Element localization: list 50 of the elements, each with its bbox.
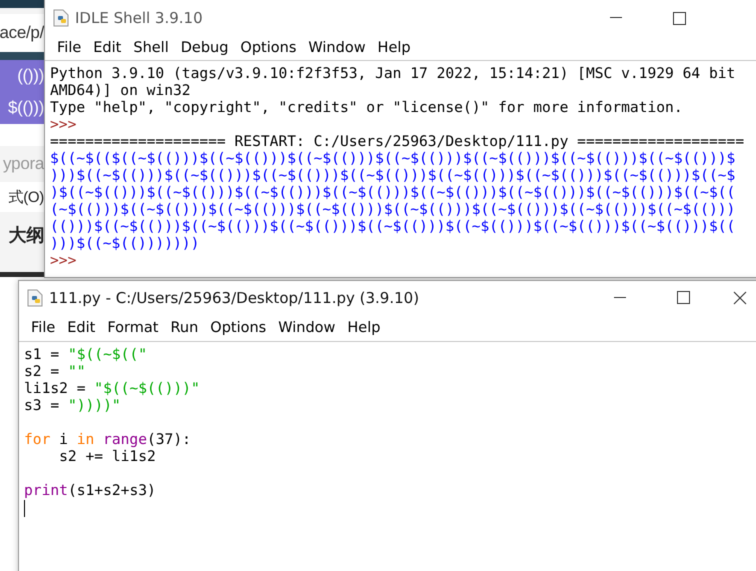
background-window-text: $(()))	[0, 92, 44, 124]
code-line: print(s1+s2+s3)	[24, 482, 157, 499]
code-line: s2 = ""	[24, 363, 87, 380]
menu-item[interactable]: Format	[101, 314, 164, 341]
menu-item[interactable]: Edit	[61, 314, 102, 341]
menu-item[interactable]: Shell	[127, 36, 175, 60]
shell-text: AMD64)] on win32	[50, 82, 191, 99]
window-title: IDLE Shell 3.9.10	[75, 9, 203, 27]
menu-item[interactable]: Window	[272, 314, 342, 341]
toolbar-strip	[0, 52, 44, 60]
code-line: s3 = "))))"	[24, 397, 122, 414]
code-editor[interactable]: s1 = "$((~$((" s2 = "" li1s2 = "$((~$(()))" s3 = "))))" for i in range(37): s2 += li1s2 print(s1+s2+s3)	[19, 341, 756, 571]
menu-item[interactable]: Help	[341, 314, 386, 341]
code-line: for i in range(37):	[24, 431, 192, 448]
text-cursor	[24, 500, 25, 517]
code-line: li1s2 = "$((~$(()))"	[24, 380, 201, 397]
shell-text: (()))$((~$(()))$((~$(()))$((~$(()))$((~$(()))$((~$(()))$((~$(()))$((~$(()))$((	[50, 218, 736, 235]
menu-item[interactable]: File	[25, 314, 62, 341]
minimize-icon	[614, 296, 626, 298]
menu-item[interactable]: Help	[372, 36, 417, 60]
python-file-icon	[53, 9, 69, 27]
menu-item[interactable]: Edit	[87, 36, 128, 60]
code-line: s2 += li1s2	[58, 448, 157, 465]
window-title: 111.py - C:/Users/25963/Desktop/111.py (3.9.10)	[49, 288, 420, 306]
maximize-icon	[672, 12, 686, 24]
menu-item[interactable]: Options	[234, 36, 302, 60]
shell-prompt: >>>	[50, 252, 76, 269]
window-top-bar	[0, 0, 44, 8]
code-line: s1 = "$((~$(("	[24, 346, 148, 363]
menu-item[interactable]: File	[51, 36, 88, 60]
menu-item[interactable]: Window	[302, 36, 372, 60]
shell-text: )$((~$(()))$((~$(()))$((~$(()))$((~$(()))$((~$(()))$((~$(()))$((~$(()))$((~$((	[50, 184, 736, 201]
close-icon	[733, 290, 747, 304]
shell-text: ==================== RESTART: C:/Users/25963/Desktop/111.py ===================	[50, 133, 744, 150]
background-window-text: 式(O)	[0, 182, 44, 212]
background-window-text: (()))	[0, 60, 44, 92]
shell-text: $((~$(($((~$(()))$((~$(()))$((~$(()))$((~$(()))$((~$(()))$((~$(()))$((~$(()))$	[50, 150, 736, 167]
shell-prompt: >>>	[50, 116, 76, 133]
python-file-icon	[27, 288, 43, 306]
maximize-icon	[676, 291, 690, 304]
shell-text: )))$((~$(()))$((~$(()))$((~$(()))$((~$(()))$((~$(()))$((~$(()))$((~$(()))$((~$	[50, 167, 736, 184]
shell-text: Python 3.9.10 (tags/v3.9.10:f2f3f53, Jan 17 2022, 15:14:21) [MSC v.1929 64 bit	[50, 65, 736, 82]
background-window-text: ace/p/	[0, 14, 44, 52]
menu-item[interactable]: Debug	[174, 36, 234, 60]
menu-item[interactable]: Run	[164, 314, 204, 341]
shell-text: )))$((~$(()))))))	[50, 235, 200, 252]
shell-text: (~$(()))$((~$(()))$((~$(()))$((~$(()))$((~$(()))$((~$(()))$((~$(()))$((~$(()))	[50, 201, 736, 218]
shell-text: Type "help", "copyright", "credits" or "license()" for more information.	[50, 99, 683, 116]
minimize-icon	[610, 17, 622, 19]
menu-item[interactable]: Options	[204, 314, 272, 341]
